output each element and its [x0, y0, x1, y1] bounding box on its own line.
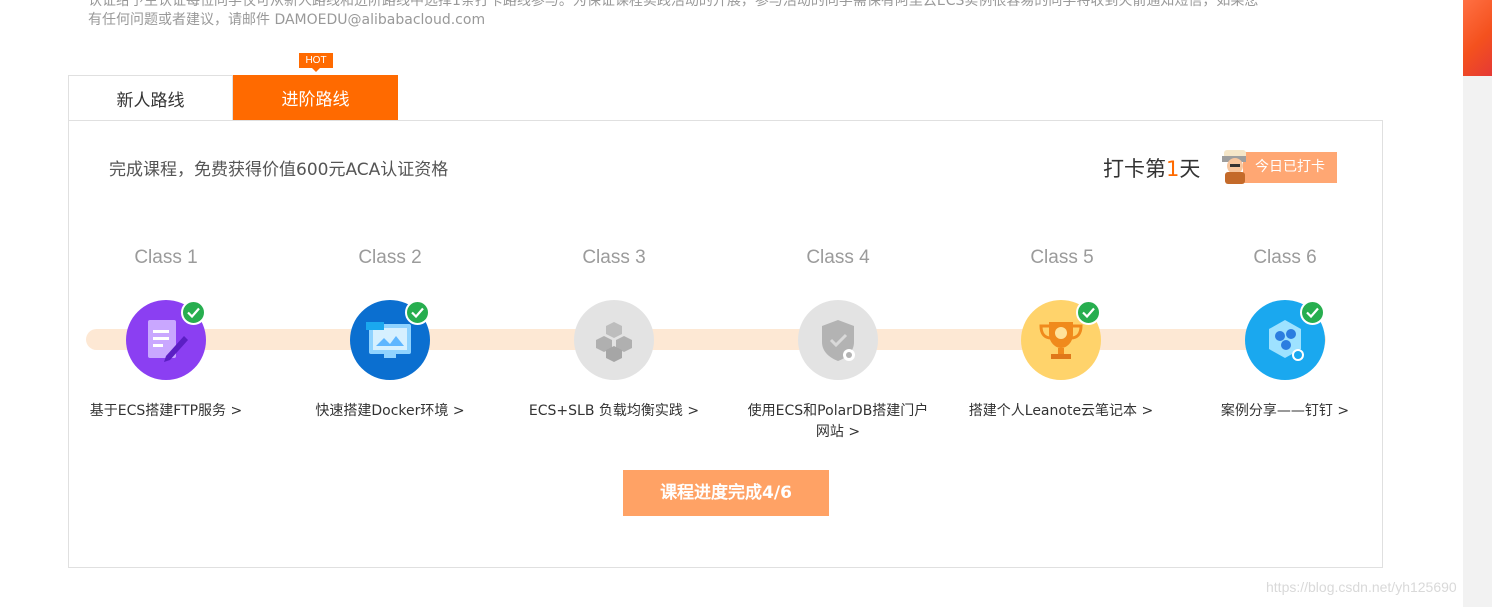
course-3-badge[interactable]	[574, 300, 654, 380]
notice-line-1: 认证给予主认证每位同学仅可从新人路线和进阶路线中选择1条打卡路线参与。为保证课程…	[88, 0, 1259, 9]
notice-text: 认证给予主认证每位同学仅可从新人路线和进阶路线中选择1条打卡路线参与。为保证课程…	[88, 0, 1378, 30]
watermark: https://blog.csdn.net/yh125690	[1266, 579, 1457, 595]
class-label: Class 4	[806, 247, 870, 268]
course-1-link[interactable]: 基于ECS搭建FTP服务 >	[71, 401, 261, 422]
course-2-link[interactable]: 快速搭建Docker环境 >	[295, 401, 485, 422]
checkin-button-label: 今日已打卡	[1243, 152, 1337, 183]
tab-label: 进阶路线	[281, 90, 350, 110]
cubes-icon	[596, 322, 632, 362]
checkin-day: 1	[1166, 157, 1180, 181]
completed-check-icon	[1076, 300, 1101, 325]
checkin-prefix: 打卡第	[1103, 157, 1166, 181]
side-banner[interactable]	[1463, 0, 1492, 76]
progress-track	[86, 329, 1326, 350]
notice-line-2: 有任何问题或者建议，请邮件 DAMOEDU@alibabacloud.com	[88, 12, 486, 28]
shield-icon	[822, 320, 855, 361]
completed-check-icon	[181, 300, 206, 325]
course-4-link[interactable]: 使用ECS和PolarDB搭建门户网站 >	[743, 401, 933, 443]
checkin-suffix: 天	[1179, 157, 1201, 181]
completed-check-icon	[405, 300, 430, 325]
tab-advanced-route[interactable]: 进阶路线	[233, 75, 398, 120]
course-5-link[interactable]: 搭建个人Leanote云笔记本 >	[966, 401, 1156, 422]
checkin-counter: 打卡第1天	[1103, 150, 1200, 186]
hot-badge: HOT	[299, 53, 333, 72]
tab-label: 新人路线	[116, 90, 185, 111]
page-edge	[1463, 0, 1492, 607]
class-label: Class 1	[134, 247, 198, 268]
class-label: Class 5	[1030, 247, 1094, 268]
course-3-link[interactable]: ECS+SLB 负载均衡实践 >	[519, 401, 709, 422]
class-label: Class 6	[1253, 247, 1317, 268]
course-progress-button[interactable]: 课程进度完成4/6	[623, 470, 829, 516]
page-headline: 完成课程，免费获得价值600元ACA认证资格	[109, 160, 449, 180]
class-label: Class 3	[582, 247, 646, 268]
course-4-badge[interactable]	[798, 300, 878, 380]
mascot-icon	[1222, 150, 1246, 184]
completed-check-icon	[1300, 300, 1325, 325]
checkin-button[interactable]: 今日已打卡	[1218, 150, 1337, 184]
tab-newcomer-route[interactable]: 新人路线	[68, 75, 233, 120]
class-label: Class 2	[358, 247, 422, 268]
course-6-link[interactable]: 案例分享——钉钉 >	[1190, 401, 1380, 422]
